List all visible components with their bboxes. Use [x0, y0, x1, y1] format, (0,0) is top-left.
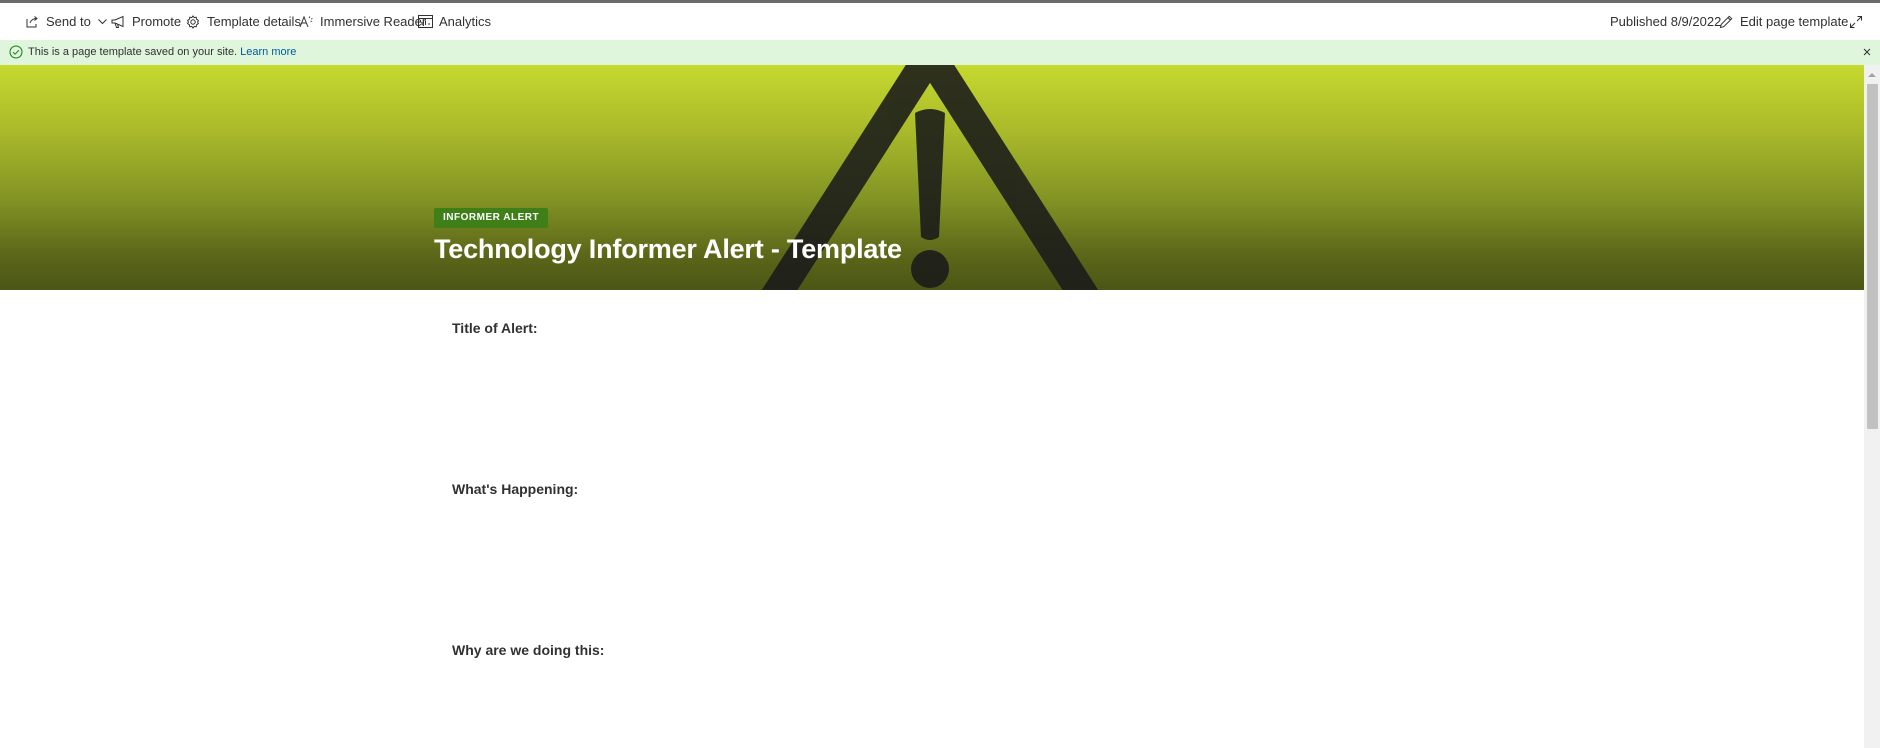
analytics-icon	[417, 14, 433, 30]
gear-icon	[185, 14, 201, 30]
edit-page-template-button[interactable]: Edit page template	[1718, 3, 1848, 40]
close-icon[interactable]	[1861, 46, 1873, 58]
learn-more-link[interactable]: Learn more	[240, 46, 296, 58]
hero-banner: INFORMER ALERT Technology Informer Alert…	[0, 65, 1864, 290]
section-heading-title-of-alert: Title of Alert:	[452, 320, 538, 336]
scroll-up-arrow-icon[interactable]	[1866, 67, 1878, 77]
published-status: Published 8/9/2022	[1610, 3, 1721, 40]
edit-page-template-label: Edit page template	[1740, 14, 1849, 29]
banner-text: This is a page template saved on your si…	[28, 46, 238, 58]
promote-label: Promote	[132, 14, 182, 29]
section-heading-why: Why are we doing this:	[452, 642, 605, 658]
immersive-reader-icon	[298, 14, 314, 30]
template-info-banner: This is a page template saved on your si…	[0, 40, 1880, 65]
expand-button[interactable]	[1848, 3, 1870, 40]
send-to-label: Send to	[46, 14, 91, 29]
share-icon	[24, 14, 40, 30]
analytics-label: Analytics	[439, 14, 492, 29]
checkmark-circle-icon	[9, 45, 23, 59]
section-heading-whats-happening: What's Happening:	[452, 481, 579, 497]
scrollbar-thumb[interactable]	[1867, 84, 1878, 429]
page-title: Technology Informer Alert - Template	[434, 234, 902, 264]
pencil-icon	[1718, 14, 1734, 30]
immersive-reader-button[interactable]: Immersive Reader	[298, 3, 426, 40]
informer-alert-badge: INFORMER ALERT	[434, 208, 549, 228]
immersive-reader-label: Immersive Reader	[320, 14, 427, 29]
chevron-down-icon	[97, 17, 108, 27]
template-details-button[interactable]: Template details	[185, 3, 301, 40]
template-details-label: Template details	[207, 14, 301, 29]
published-label: Published 8/9/2022	[1610, 14, 1722, 29]
banner-message: This is a page template saved on your si…	[28, 46, 296, 58]
megaphone-icon	[110, 14, 126, 30]
analytics-button[interactable]: Analytics	[417, 3, 491, 40]
command-bar: Send to Promote Template details Immersi…	[0, 3, 1880, 40]
promote-button[interactable]: Promote	[110, 3, 181, 40]
send-to-button[interactable]: Send to	[24, 3, 108, 40]
expand-icon	[1848, 14, 1864, 30]
